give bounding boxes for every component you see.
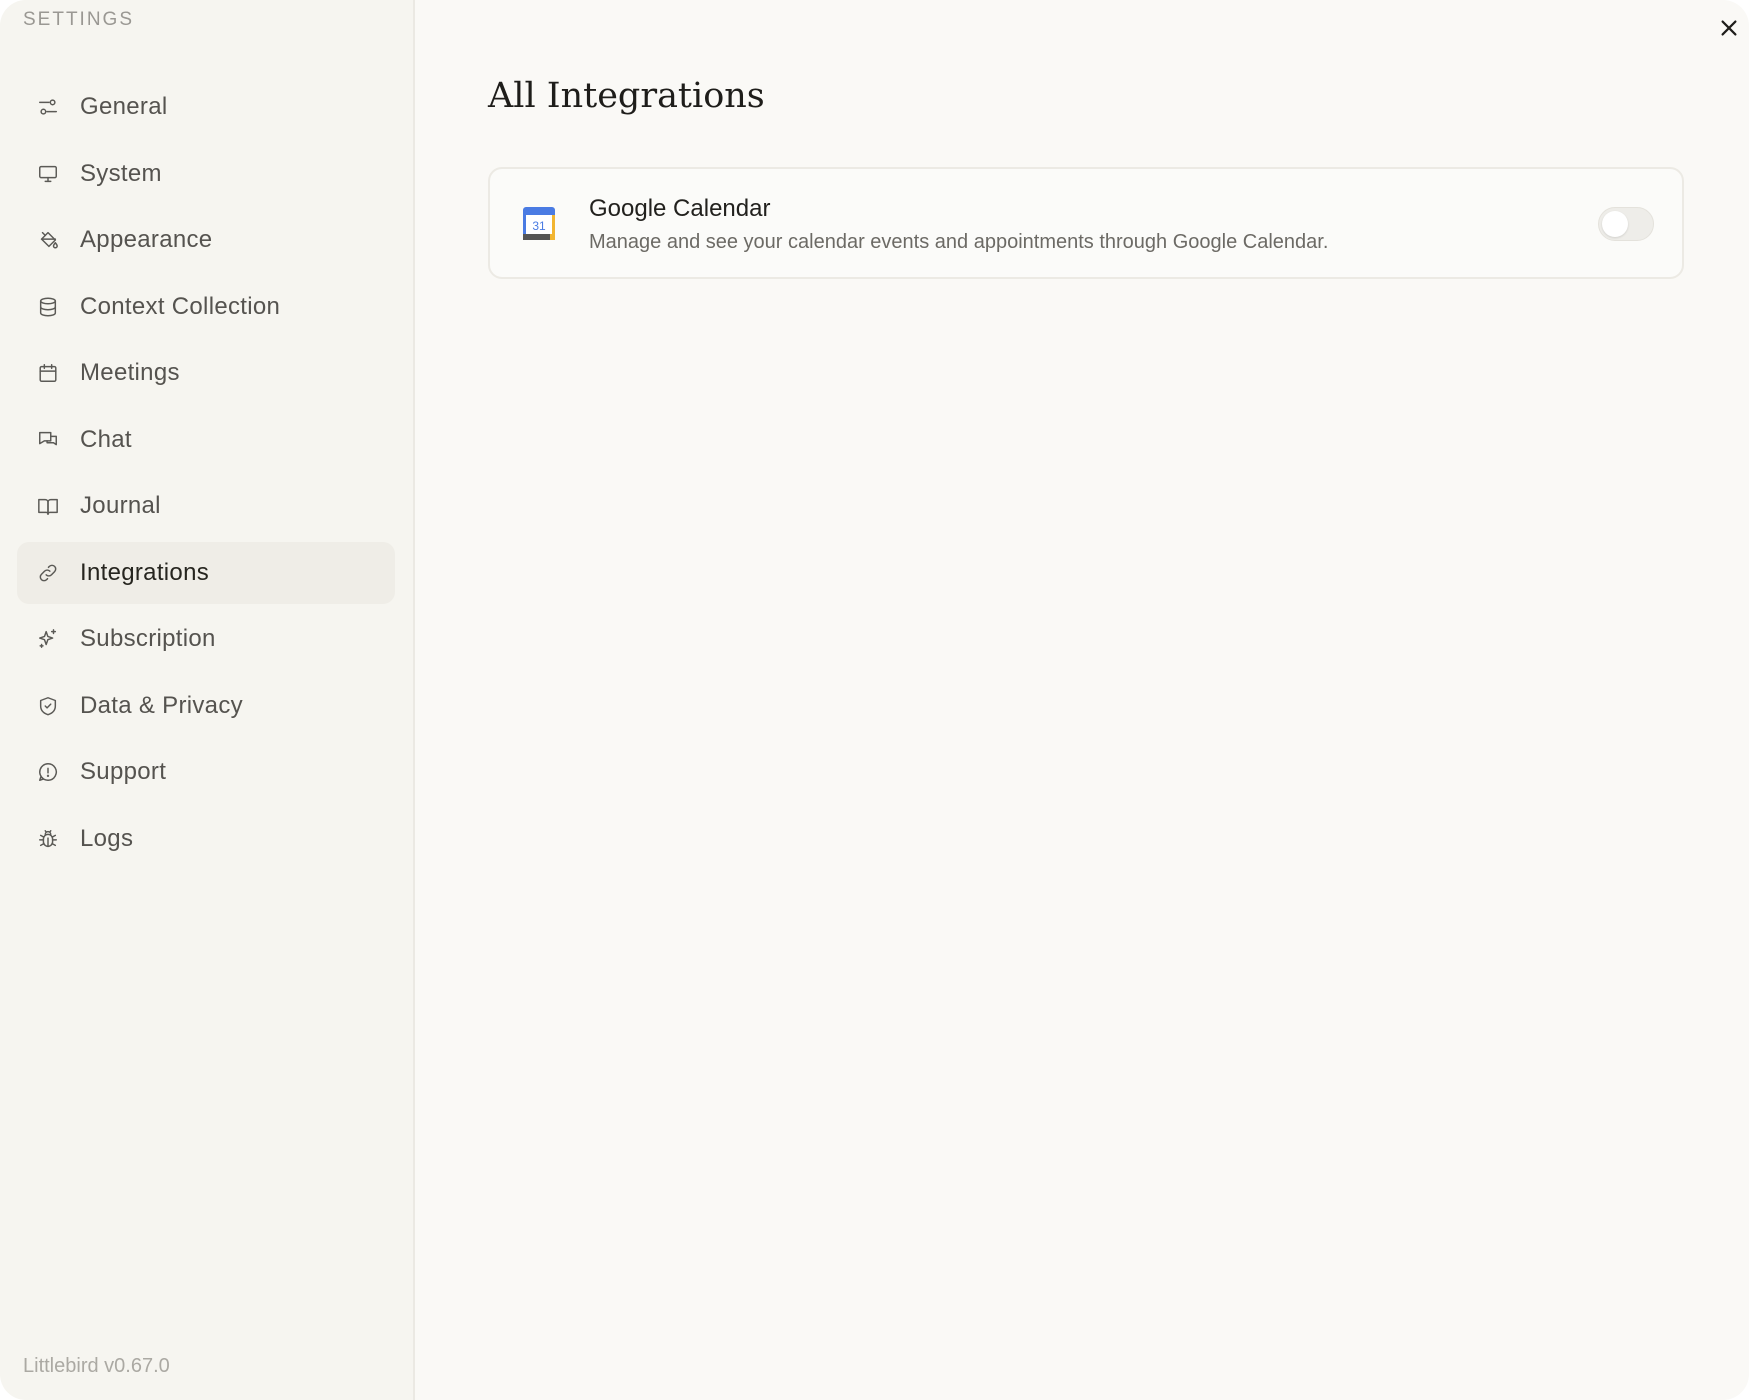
- sidebar-item-label: Support: [80, 758, 167, 785]
- integration-toggle[interactable]: [1598, 207, 1654, 241]
- sidebar-item-label: Appearance: [80, 226, 213, 253]
- settings-content: All Integrations 31 Google Calendar Mana…: [415, 0, 1749, 1400]
- paint-bucket-icon: [37, 229, 59, 251]
- sidebar-item-label: Chat: [80, 425, 132, 453]
- sliders-icon: [37, 96, 59, 118]
- google-calendar-icon: 31: [523, 207, 555, 240]
- sidebar-item-subscription[interactable]: Subscription: [17, 608, 395, 670]
- sidebar-item-label: Context Collection: [80, 292, 281, 320]
- sidebar-item-support[interactable]: Support: [17, 741, 395, 803]
- sidebar-item-label: Logs: [80, 824, 134, 852]
- calendar-icon: [37, 362, 59, 384]
- sidebar-item-data-privacy[interactable]: Data & Privacy: [17, 675, 395, 737]
- integration-name: Google Calendar: [589, 195, 771, 222]
- link-icon: [37, 562, 59, 584]
- sidebar-item-label: Data & Privacy: [80, 691, 243, 719]
- sidebar-item-label: Journal: [80, 492, 161, 519]
- sparkles-icon: [37, 628, 59, 650]
- database-icon: [37, 296, 59, 318]
- close-icon: [1721, 20, 1737, 36]
- settings-nav: General System Appearance Context Collec…: [17, 76, 395, 874]
- page-title: All Integrations: [488, 76, 765, 116]
- sidebar-item-logs[interactable]: Logs: [17, 808, 395, 870]
- sidebar-item-label: System: [80, 159, 162, 187]
- sidebar-item-general[interactable]: General: [17, 76, 395, 138]
- book-open-icon: [37, 495, 59, 517]
- sidebar-item-chat[interactable]: Chat: [17, 409, 395, 471]
- sidebar-item-label: Subscription: [80, 625, 216, 652]
- sidebar-item-journal[interactable]: Journal: [17, 475, 395, 537]
- close-button[interactable]: [1711, 10, 1747, 46]
- sidebar-item-system[interactable]: System: [17, 143, 395, 205]
- sidebar-item-label: Meetings: [80, 359, 180, 386]
- sidebar-heading: SETTINGS: [23, 9, 135, 30]
- shield-icon: [37, 695, 59, 717]
- sidebar-item-meetings[interactable]: Meetings: [17, 342, 395, 404]
- integration-card-google-calendar: 31 Google Calendar Manage and see your c…: [488, 167, 1684, 279]
- sidebar-item-label: Integrations: [80, 558, 210, 586]
- alert-bubble-icon: [37, 761, 59, 783]
- sidebar-item-appearance[interactable]: Appearance: [17, 209, 395, 271]
- toggle-knob: [1602, 211, 1628, 237]
- bug-icon: [37, 828, 59, 850]
- app-version: Littlebird v0.67.0: [23, 1355, 170, 1377]
- settings-window: SETTINGS General System Appearance Conte…: [0, 0, 1749, 1400]
- monitor-icon: [37, 163, 59, 185]
- settings-sidebar: SETTINGS General System Appearance Conte…: [0, 0, 415, 1400]
- sidebar-item-context-collection[interactable]: Context Collection: [17, 276, 395, 338]
- svg-text:31: 31: [532, 219, 546, 233]
- chat-bubbles-icon: [37, 429, 59, 451]
- sidebar-item-label: General: [80, 93, 168, 120]
- integration-description: Manage and see your calendar events and …: [589, 231, 1329, 253]
- sidebar-item-integrations[interactable]: Integrations: [17, 541, 395, 604]
